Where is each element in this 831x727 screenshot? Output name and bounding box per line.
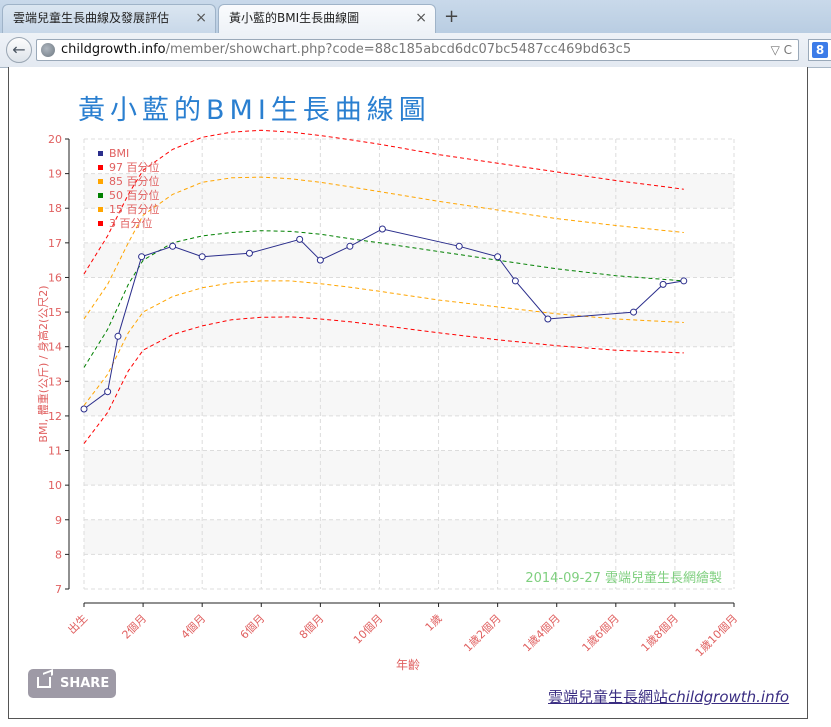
legend-swatch [98, 207, 103, 212]
x-tick-label: 1歲10個月 [692, 611, 740, 659]
x-tick-label: 2個月 [120, 612, 150, 642]
y-tick-label: 10 [48, 479, 62, 492]
y-tick-label: 9 [55, 514, 62, 527]
bmi-point [169, 242, 177, 250]
bmi-chart: 黃小藍的BMI生長曲線圖 7 8 9 10 11 12 13 14 15 16 17 18 19 20 出生… [36, 95, 740, 672]
legend-label: 3 百分位 [109, 216, 153, 230]
back-button[interactable]: ← [6, 37, 32, 63]
tab-title: 黃小藍的BMI生長曲線圖 [229, 11, 360, 25]
legend-swatch [98, 221, 103, 226]
legend-swatch [98, 151, 103, 156]
grid-band [84, 519, 734, 555]
close-icon[interactable]: × [415, 5, 427, 31]
tab-title: 雲端兒童生長曲線及發展評估 [13, 11, 170, 25]
x-tick-label: 4個月 [179, 612, 209, 642]
legend-label: 50 百分位 [109, 188, 160, 202]
x-tick-label: 1歲4個月 [520, 611, 563, 654]
bmi-point [346, 242, 354, 250]
site-link[interactable]: 雲端兒童生長網站childgrowth.info [548, 686, 789, 707]
site-link-cn: 雲端兒童生長網站 [548, 688, 669, 706]
nav-toolbar: ← childgrowth.info/member/showchart.php?… [0, 33, 831, 68]
bmi-point [494, 253, 502, 261]
x-tick-label: 出生 [65, 611, 90, 636]
bmi-point [245, 249, 253, 257]
bmi-point [316, 256, 324, 264]
legend-swatch [98, 193, 103, 198]
bmi-point [296, 235, 304, 243]
bmi-point [378, 225, 386, 233]
tab-bar: 雲端兒童生長曲線及發展評估 × 黃小藍的BMI生長曲線圖 × + [0, 0, 831, 33]
close-icon[interactable]: × [195, 5, 207, 31]
legend-label: 15 百分位 [109, 202, 160, 216]
bmi-point [114, 332, 122, 340]
chart-grid [83, 138, 735, 590]
reload-icon[interactable]: ▽ C [771, 40, 792, 60]
url-text: childgrowth.info/member/showchart.php?co… [61, 40, 631, 60]
legend-label: 97 百分位 [109, 160, 160, 174]
y-tick-label: 13 [48, 375, 62, 388]
x-tick-label: 1歲2個月 [461, 611, 504, 654]
share-label: SHARE [60, 676, 110, 691]
y-tick-label: 14 [48, 341, 62, 354]
grid-band [84, 173, 734, 209]
url-host: childgrowth.info [61, 42, 166, 57]
search-box[interactable]: 8 [808, 39, 831, 61]
y-tick-label: 15 [48, 306, 62, 319]
legend-swatch [98, 179, 103, 184]
legend-label: BMI [109, 147, 129, 160]
y-tick-label: 12 [48, 410, 62, 423]
x-tick-label: 10個月 [351, 612, 386, 647]
globe-icon [41, 43, 55, 57]
bmi-point [138, 253, 146, 261]
x-tick-label: 1歲 [422, 611, 445, 634]
grid-band [84, 312, 734, 347]
grid-band [84, 381, 734, 416]
arrow-left-icon: ← [12, 40, 26, 59]
grid-band [84, 450, 734, 486]
y-tick-label: 7 [55, 583, 62, 596]
new-tab-button[interactable]: + [444, 4, 459, 30]
bmi-point [680, 277, 688, 285]
bmi-point [511, 277, 519, 285]
share-button[interactable]: SHARE [28, 669, 116, 698]
bmi-point [455, 242, 463, 250]
bmi-point [544, 315, 552, 323]
google-icon: 8 [812, 42, 828, 58]
bmi-point [630, 308, 638, 316]
y-axis-label: BMI, 體重(公斤) / 身高2(公尺2) [36, 285, 50, 442]
y-tick-label: 8 [55, 548, 62, 561]
x-tick-label: 8個月 [297, 612, 327, 642]
bmi-point [659, 280, 667, 288]
x-axis-label: 年齡 [396, 658, 420, 672]
bmi-point [80, 405, 88, 413]
grid-band [84, 242, 734, 278]
bmi-point [198, 253, 206, 261]
chart-watermark: 2014-09-27 雲端兒童生長網繪製 [525, 570, 722, 586]
bmi-point [104, 388, 112, 396]
y-tick-label: 18 [48, 202, 62, 215]
x-tick-label: 1歲6個月 [579, 611, 622, 654]
y-tick-label: 17 [48, 237, 62, 250]
x-tick-label: 1歲8個月 [638, 611, 681, 654]
y-tick-label: 11 [48, 445, 62, 458]
tab-bmi-chart[interactable]: 黃小藍的BMI生長曲線圖 × [218, 4, 436, 33]
legend-label: 85 百分位 [109, 174, 160, 188]
y-tick-label: 16 [48, 271, 62, 284]
y-tick-label: 19 [48, 168, 62, 181]
url-path: /member/showchart.php?code=88c185abcd6dc… [165, 42, 632, 57]
address-bar[interactable]: childgrowth.info/member/showchart.php?co… [36, 39, 799, 61]
chart-title: 黃小藍的BMI生長曲線圖 [78, 95, 431, 126]
x-tick-label: 6個月 [238, 612, 268, 642]
share-icon [37, 677, 51, 688]
site-link-en: childgrowth.info [668, 688, 790, 706]
legend-swatch [98, 165, 103, 170]
tab-growth-curve[interactable]: 雲端兒童生長曲線及發展評估 × [2, 4, 216, 33]
y-tick-label: 20 [48, 133, 62, 146]
